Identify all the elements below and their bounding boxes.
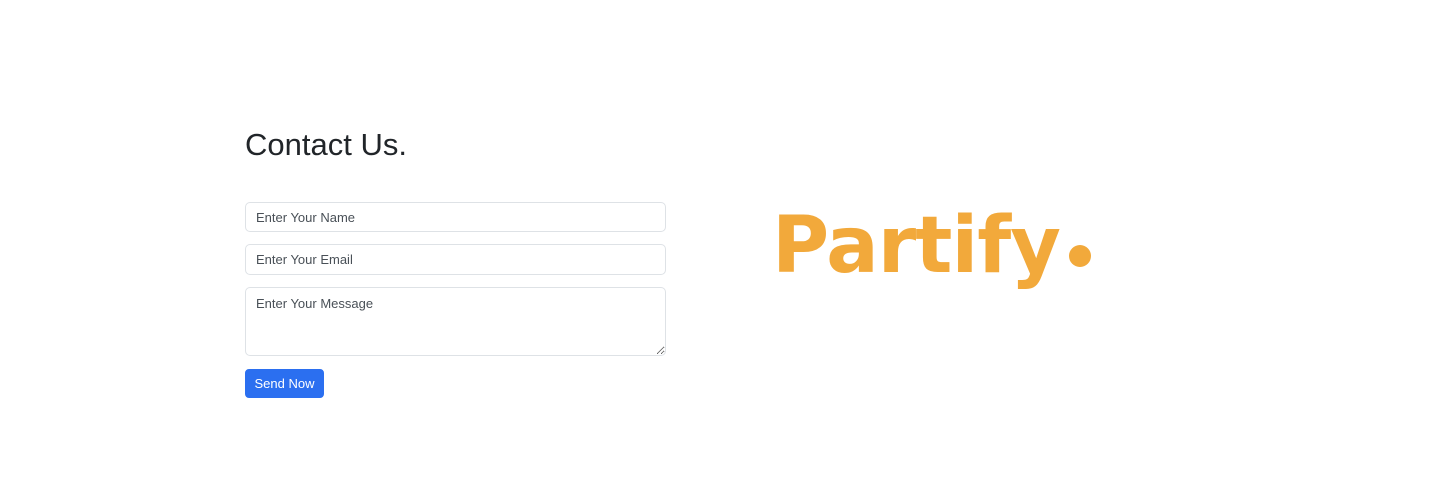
brand-logo: Partify [772, 196, 1112, 306]
message-field[interactable] [245, 287, 666, 356]
dot-icon [1069, 245, 1091, 267]
send-button[interactable]: Send Now [245, 369, 324, 398]
email-field[interactable] [245, 244, 666, 275]
page-title: Contact Us. [245, 127, 407, 162]
name-field[interactable] [245, 202, 666, 232]
brand-name: Partify [772, 201, 1061, 291]
